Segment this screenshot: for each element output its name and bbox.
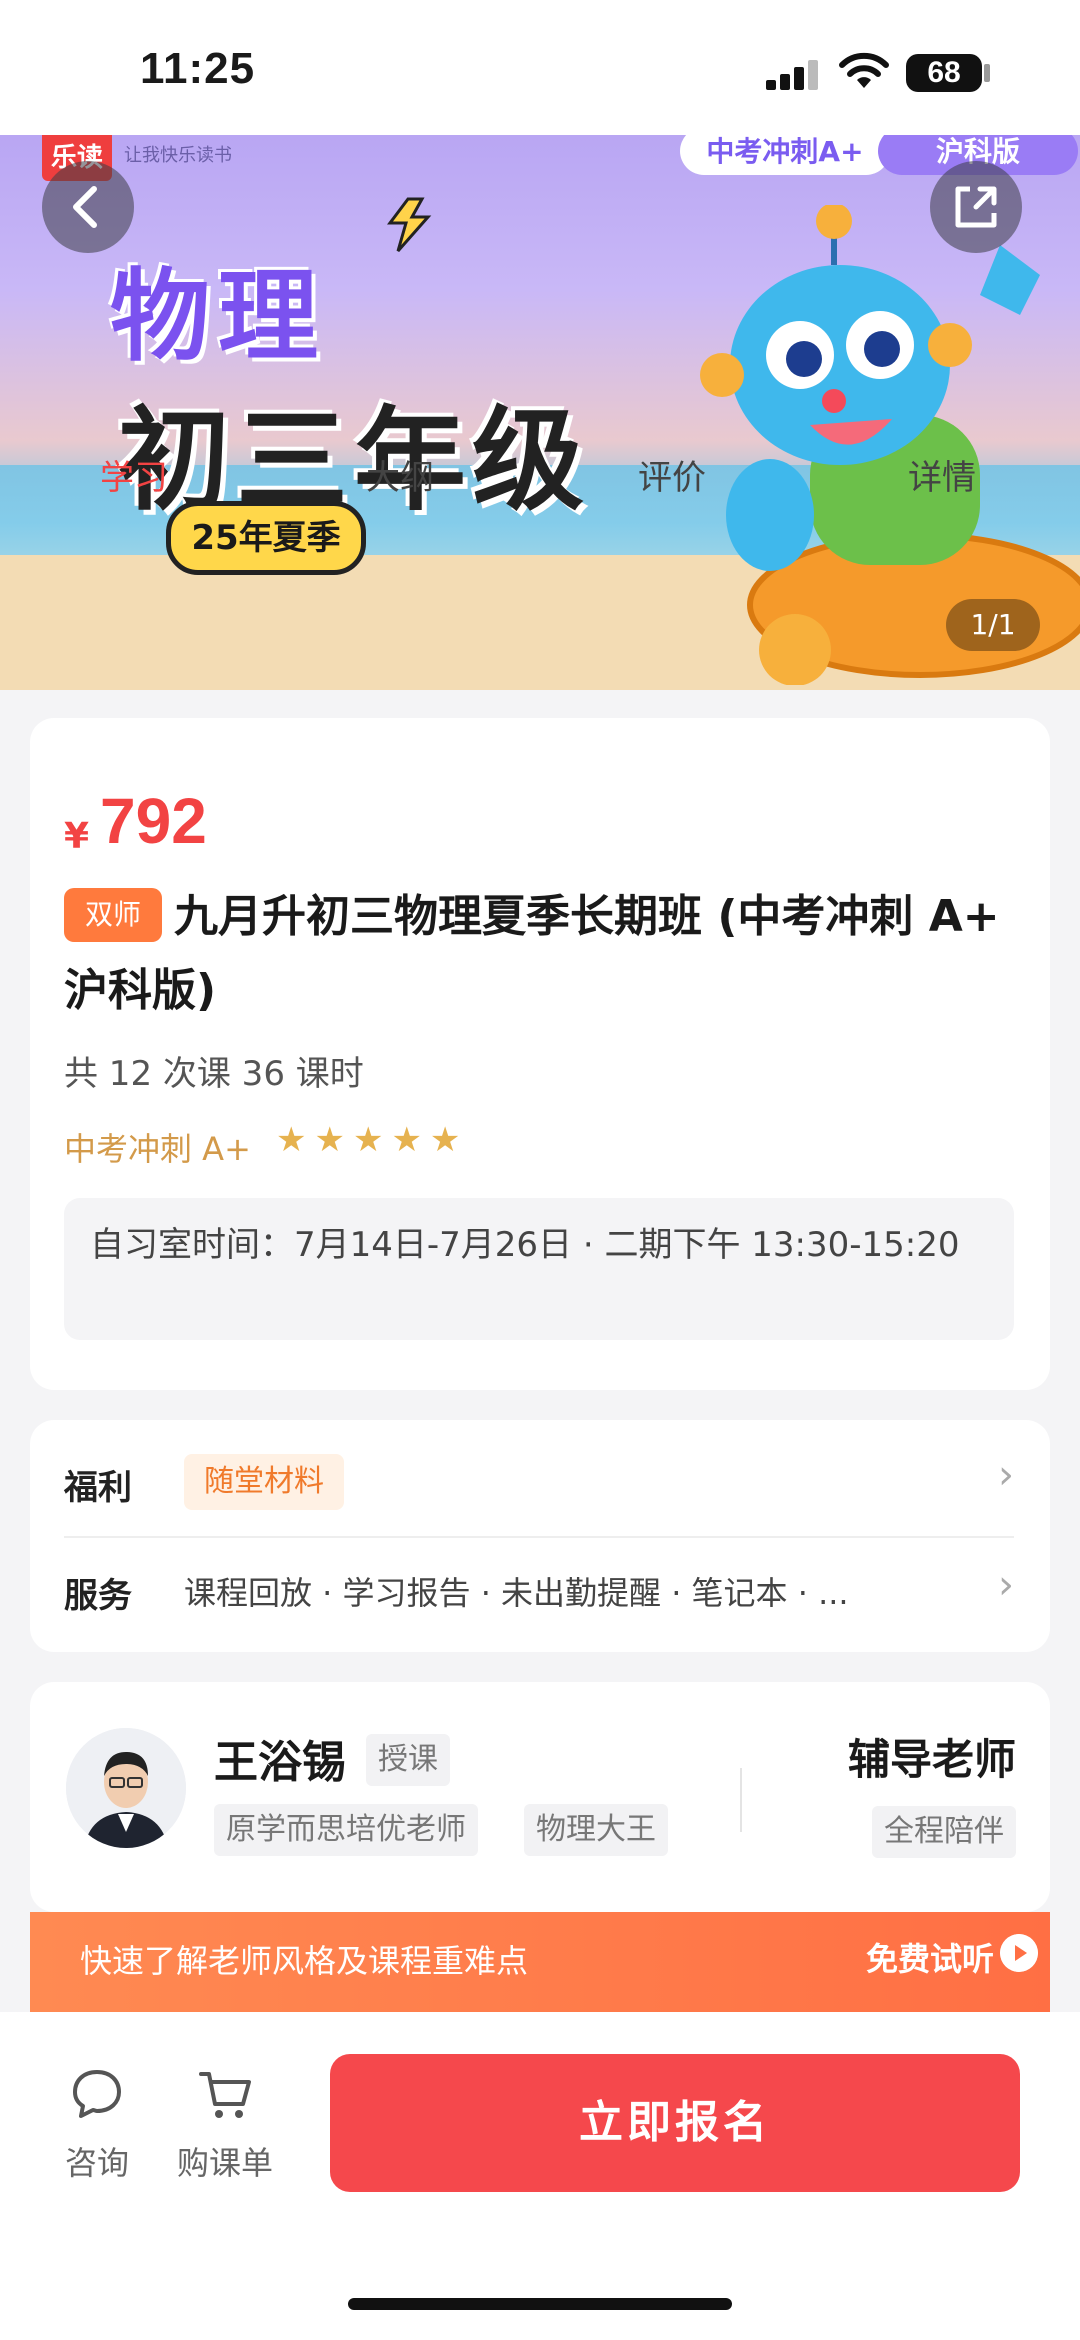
banner-subject: 物理 xyxy=(110,258,326,375)
chevron-right-icon: › xyxy=(998,1452,1014,1498)
home-indicator xyxy=(348,2298,732,2310)
image-pager: 1/1 xyxy=(946,599,1040,651)
teacher-tag: 物理大王 xyxy=(524,1804,668,1856)
free-trial-link[interactable]: 免费试听 xyxy=(866,1934,994,1980)
bottom-action-bar: 咨询 购课单 立即报名 xyxy=(0,2012,1080,2340)
back-button[interactable] xyxy=(42,161,134,253)
lightning-icon xyxy=(387,197,432,252)
battery-icon: 68 xyxy=(906,54,982,92)
tab-study[interactable]: 学习 xyxy=(100,450,168,499)
chat-bubble-icon xyxy=(73,2070,121,2118)
cart-icon xyxy=(199,2072,251,2118)
teacher-card[interactable]: 王浴锡 授课 原学而思培优老师 物理大王 辅导老师 全程陪伴 xyxy=(30,1682,1050,1912)
cart-label: 购课单 xyxy=(176,2144,273,2182)
service-row[interactable]: 服务 课程回放 · 学习报告 · 未出勤提醒 · 笔记本 · ... › xyxy=(30,1538,1050,1652)
divider xyxy=(740,1768,742,1832)
free-trial-banner[interactable]: 快速了解老师风格及课程重难点 免费试听 xyxy=(30,1912,1050,2012)
share-button[interactable] xyxy=(930,161,1022,253)
tab-details[interactable]: 详情 xyxy=(908,450,976,499)
welfare-label: 福利 xyxy=(64,1468,132,1508)
battery-cap xyxy=(984,64,990,82)
welfare-tag: 随堂材料 xyxy=(184,1454,344,1510)
study-room-time-box: 自习室时间：7月14日-7月26日 · 二期下午 13:30-15:20 xyxy=(64,1198,1014,1340)
consult-button[interactable]: 咨询 xyxy=(42,2064,152,2184)
study-room-time: 自习室时间：7月14日-7月26日 · 二期下午 13:30-15:20 xyxy=(90,1225,960,1265)
service-list: 课程回放 · 学习报告 · 未出勤提醒 · 笔记本 · ... xyxy=(184,1574,849,1612)
teacher-name: 王浴锡 xyxy=(214,1737,346,1788)
course-level: 中考冲刺 A+ xyxy=(64,1130,251,1168)
welfare-row[interactable]: 福利 随堂材料 › xyxy=(30,1420,1050,1536)
wifi-icon xyxy=(839,52,889,88)
tutor-tag: 全程陪伴 xyxy=(872,1806,1016,1858)
tab-bar: 学习 大纲 评价 详情 xyxy=(0,450,1080,510)
avatar-portrait xyxy=(66,1728,186,1848)
banner-season: 25年夏季 xyxy=(166,501,366,575)
enroll-button[interactable]: 立即报名 xyxy=(330,2054,1020,2192)
consult-label: 咨询 xyxy=(64,2144,129,2182)
banner-tag-level: 中考冲刺A+ xyxy=(680,135,890,175)
teacher-avatar xyxy=(66,1728,186,1848)
service-label: 服务 xyxy=(64,1576,132,1616)
cart-button[interactable]: 购课单 xyxy=(170,2064,280,2184)
currency-symbol: ¥ xyxy=(64,816,90,857)
lesson-count: 共 12 次课 36 课时 xyxy=(64,1054,364,1094)
chevron-right-icon: › xyxy=(998,1562,1014,1608)
course-banner[interactable]: 乐读 让我快乐读书 中考冲刺A+ 沪科版 物理 初三年级 25年夏季 学习 大纲… xyxy=(0,135,1080,690)
tab-outline[interactable]: 大纲 xyxy=(366,450,434,499)
course-price: 792 xyxy=(100,785,207,857)
rating-stars: ★★★★★ xyxy=(276,1120,469,1160)
share-icon xyxy=(955,186,997,228)
brand-slogan: 让我快乐读书 xyxy=(124,145,232,166)
status-time: 11:25 xyxy=(140,44,256,93)
chevron-left-icon xyxy=(73,186,97,228)
signal-icon xyxy=(766,60,822,90)
course-info-card: ¥ 792 双师 九月升初三物理夏季长期班 (中考冲刺 A+ 沪科版) 共 12… xyxy=(30,718,1050,1390)
status-bar: 11:25 68 xyxy=(0,0,1080,135)
promo-text: 快速了解老师风格及课程重难点 xyxy=(80,1942,529,1980)
teacher-role-tag: 授课 xyxy=(366,1734,450,1786)
teacher-tag: 原学而思培优老师 xyxy=(214,1804,478,1856)
tab-reviews[interactable]: 评价 xyxy=(638,450,706,499)
play-icon xyxy=(1000,1934,1038,1972)
perks-card: 福利 随堂材料 › 服务 课程回放 · 学习报告 · 未出勤提醒 · 笔记本 ·… xyxy=(30,1420,1050,1652)
course-title: 九月升初三物理夏季长期班 (中考冲刺 A+ 沪科版) xyxy=(64,891,1000,1016)
tutor-title: 辅导老师 xyxy=(847,1735,1016,1784)
